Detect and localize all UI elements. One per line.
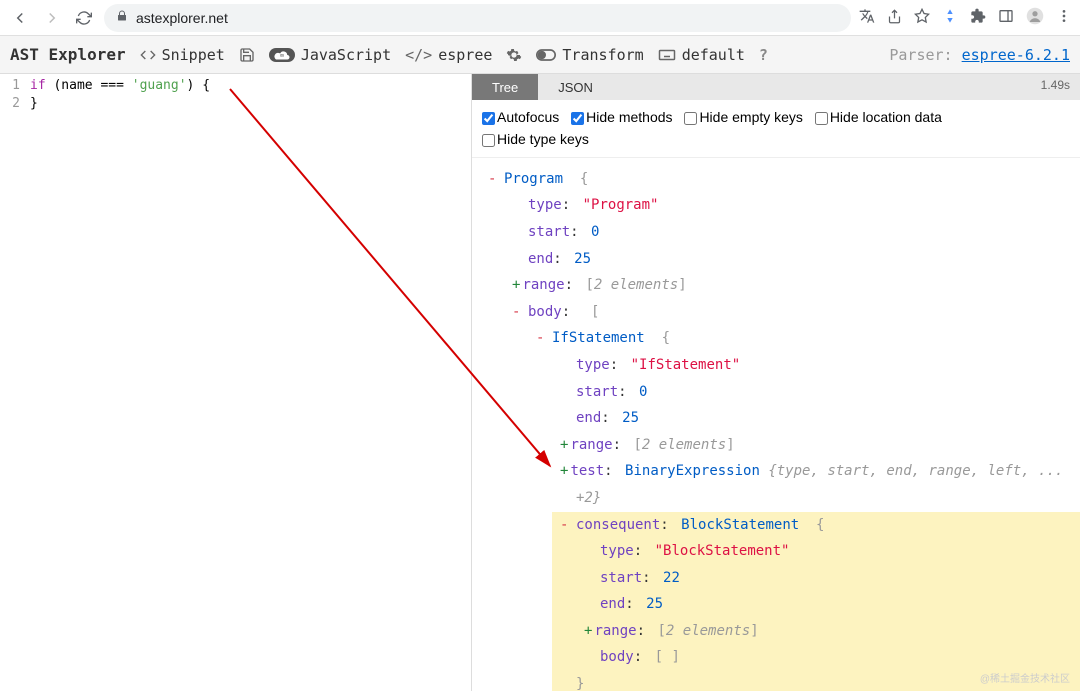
parse-timing: 1.49s: [1031, 74, 1080, 100]
prop-start[interactable]: start 0: [504, 219, 1080, 246]
output-panel: Tree JSON 1.49s Autofocus Hide methods H…: [472, 74, 1080, 691]
node-consequent[interactable]: - consequent BlockStatement { type Block…: [552, 512, 1080, 691]
opt-hide-methods[interactable]: Hide methods: [571, 109, 672, 125]
menu-icon[interactable]: [1056, 8, 1072, 27]
prop-start[interactable]: start 0: [552, 379, 1080, 406]
collapse-icon[interactable]: -: [488, 166, 496, 193]
tab-tree[interactable]: Tree: [472, 74, 538, 100]
browser-actions: [859, 7, 1072, 28]
prop-end[interactable]: end 25: [552, 405, 1080, 432]
share-icon[interactable]: [887, 9, 902, 27]
collapse-icon[interactable]: -: [536, 325, 544, 352]
main-split: 1 2 if (name === 'guang') { } Tree JSON …: [0, 74, 1080, 691]
star-icon[interactable]: [914, 8, 930, 27]
parser-menu[interactable]: </> espree: [405, 46, 492, 64]
code-editor[interactable]: 1 2 if (name === 'guang') { }: [0, 74, 472, 691]
hide-empty-checkbox[interactable]: [684, 112, 697, 125]
prop-body[interactable]: - body [ - IfStatement { type IfStatemen…: [504, 299, 1080, 691]
opt-hide-empty[interactable]: Hide empty keys: [684, 109, 802, 125]
expand-icon[interactable]: +: [560, 463, 568, 479]
svg-text:∞: ∞: [280, 51, 284, 59]
expand-icon[interactable]: +: [560, 437, 568, 453]
reload-button[interactable]: [72, 6, 96, 30]
cloud-icon: ∞: [269, 48, 295, 62]
tab-json[interactable]: JSON: [538, 74, 613, 100]
address-bar[interactable]: astexplorer.net: [104, 4, 851, 32]
keyboard-icon: [658, 48, 676, 62]
language-menu[interactable]: ∞ JavaScript: [269, 46, 391, 64]
parser-info: Parser: espree-6.2.1: [889, 46, 1070, 64]
opt-autofocus[interactable]: Autofocus: [482, 109, 559, 125]
help-button[interactable]: ?: [759, 46, 768, 64]
code-content[interactable]: if (name === 'guang') { }: [0, 74, 471, 113]
expand-icon[interactable]: +: [512, 277, 520, 293]
output-tabs: Tree JSON 1.49s: [472, 74, 1080, 100]
panel-icon[interactable]: [998, 8, 1014, 27]
line-gutter: 1 2: [0, 74, 24, 113]
browser-toolbar: astexplorer.net: [0, 0, 1080, 36]
profile-icon[interactable]: [1026, 7, 1044, 28]
opt-hide-type[interactable]: Hide type keys: [482, 131, 589, 147]
lock-icon: [116, 10, 128, 25]
prop-type[interactable]: type BlockStatement: [576, 538, 1080, 565]
autofocus-checkbox[interactable]: [482, 112, 495, 125]
watermark: @稀土掘金技术社区: [980, 670, 1070, 685]
toggle-icon: [536, 48, 556, 62]
expand-icon[interactable]: +: [584, 623, 592, 639]
translate-icon[interactable]: [859, 8, 875, 27]
collapse-icon[interactable]: -: [512, 299, 520, 326]
brand: AST Explorer: [10, 45, 126, 64]
collapse-icon[interactable]: -: [560, 512, 568, 539]
extensions-icon[interactable]: [970, 8, 986, 27]
prop-end[interactable]: end 25: [576, 591, 1080, 618]
prop-type[interactable]: type IfStatement: [552, 352, 1080, 379]
url-text: astexplorer.net: [136, 10, 228, 26]
app-toolbar: AST Explorer Snippet ∞ JavaScript </> es…: [0, 36, 1080, 74]
tag-icon: </>: [405, 46, 432, 64]
prop-start[interactable]: start 22: [576, 565, 1080, 592]
node-program[interactable]: - Program { type Program start 0 end 25 …: [480, 166, 1080, 691]
hide-methods-checkbox[interactable]: [571, 112, 584, 125]
transform-menu[interactable]: Transform: [536, 46, 643, 64]
opt-hide-location[interactable]: Hide location data: [815, 109, 942, 125]
forward-button[interactable]: [40, 6, 64, 30]
hide-type-checkbox[interactable]: [482, 134, 495, 147]
node-ifstatement[interactable]: - IfStatement { type IfStatement start 0…: [528, 325, 1080, 691]
snippet-menu[interactable]: Snippet: [140, 46, 225, 64]
save-icon[interactable]: [239, 47, 255, 63]
ast-tree[interactable]: - Program { type Program start 0 end 25 …: [472, 158, 1080, 691]
prop-end[interactable]: end 25: [504, 246, 1080, 273]
tree-options: Autofocus Hide methods Hide empty keys H…: [472, 100, 1080, 158]
prop-range[interactable]: +range [2 elements]: [576, 618, 1080, 645]
prop-test[interactable]: +test BinaryExpression {type, start, end…: [552, 458, 1080, 511]
keymap-menu[interactable]: default: [658, 46, 745, 64]
code-icon: [140, 47, 156, 63]
prop-range[interactable]: +range [2 elements]: [552, 432, 1080, 459]
settings-icon[interactable]: [506, 47, 522, 63]
hide-location-checkbox[interactable]: [815, 112, 828, 125]
parser-version-link[interactable]: espree-6.2.1: [962, 46, 1070, 64]
extension-icon[interactable]: [942, 8, 958, 27]
prop-range[interactable]: +range [2 elements]: [504, 272, 1080, 299]
prop-body[interactable]: body [ ]: [576, 644, 1080, 671]
prop-type[interactable]: type Program: [504, 192, 1080, 219]
back-button[interactable]: [8, 6, 32, 30]
